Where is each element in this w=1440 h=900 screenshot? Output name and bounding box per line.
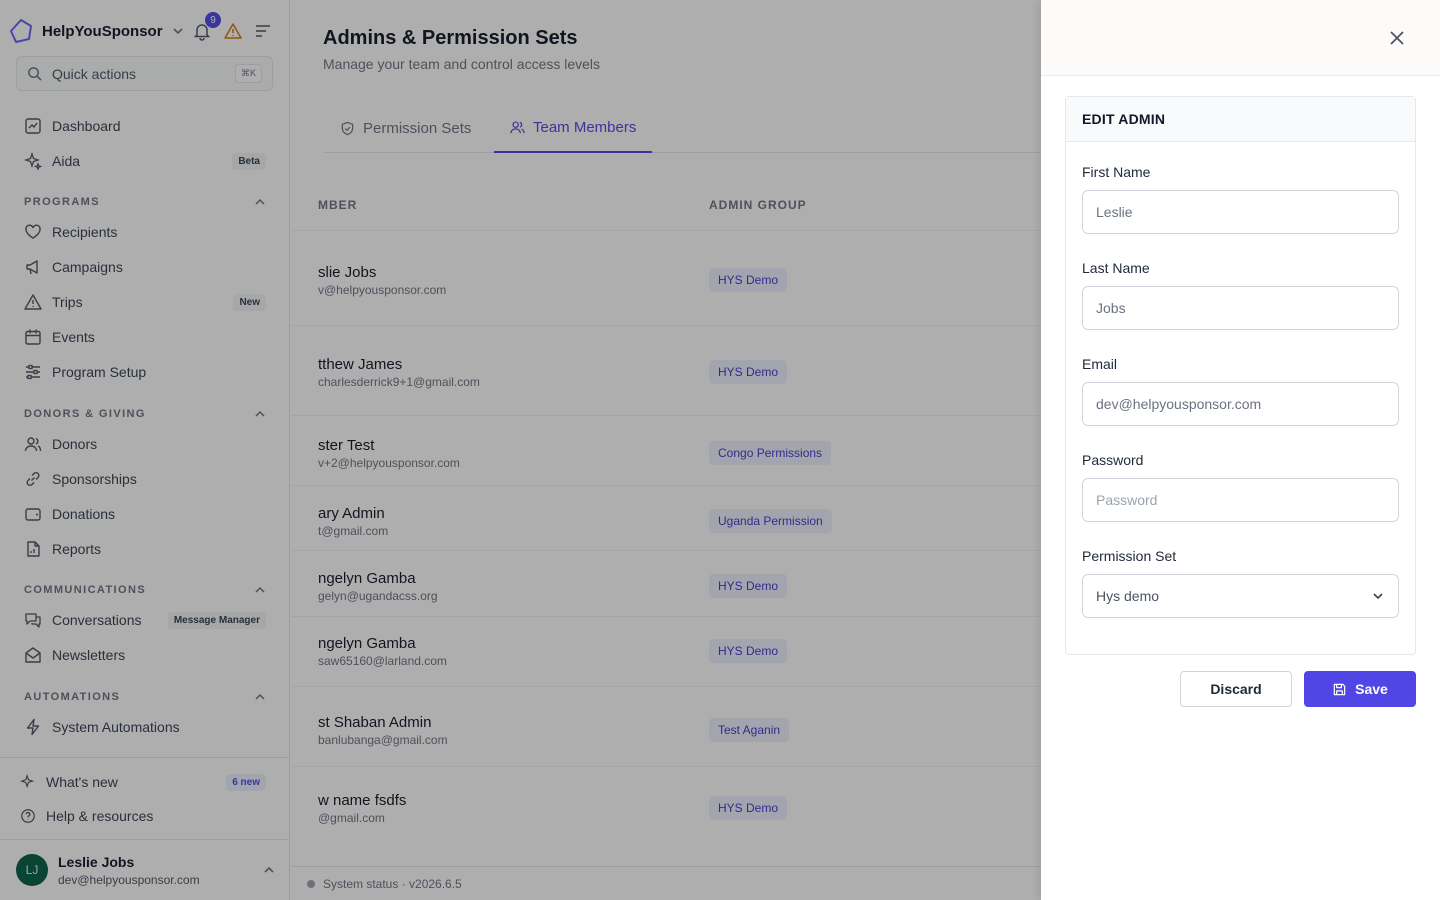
save-icon: [1333, 683, 1346, 695]
close-icon[interactable]: [1388, 29, 1406, 47]
first-name-label: First Name: [1082, 164, 1151, 180]
save-label: Save: [1355, 681, 1388, 697]
password-label: Password: [1082, 452, 1144, 468]
permission-set-select[interactable]: Hys demo: [1082, 574, 1399, 618]
discard-button[interactable]: Discard: [1180, 671, 1292, 707]
last-name-label: Last Name: [1082, 260, 1150, 276]
last-name-field[interactable]: [1082, 286, 1399, 330]
password-field[interactable]: [1082, 478, 1399, 522]
discard-label: Discard: [1210, 681, 1262, 697]
first-name-field[interactable]: [1082, 190, 1399, 234]
chevron-down-icon: [1373, 593, 1383, 600]
permission-set-value: Hys demo: [1096, 588, 1160, 604]
edit-admin-card: EDIT ADMIN First Name Last Name Email Pa…: [1065, 96, 1416, 655]
save-button[interactable]: Save: [1304, 671, 1416, 707]
drawer-header: [1041, 0, 1440, 76]
email-field[interactable]: [1082, 382, 1399, 426]
permission-set-label: Permission Set: [1082, 548, 1177, 564]
email-label: Email: [1082, 356, 1118, 372]
card-title: EDIT ADMIN: [1066, 97, 1415, 142]
edit-admin-drawer: EDIT ADMIN First Name Last Name Email Pa…: [1041, 0, 1440, 900]
